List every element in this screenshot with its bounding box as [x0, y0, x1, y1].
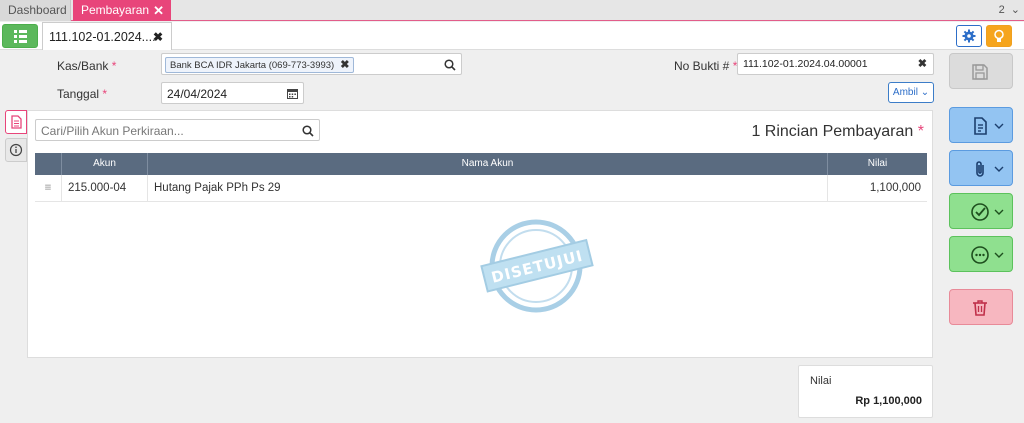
- kasbank-chip: Bank BCA IDR Jakarta (069-773-3993) ✖: [165, 57, 355, 73]
- table-row[interactable]: ≡ 215.000-04 Hutang Pajak PPh Ps 29 1,10…: [35, 175, 927, 202]
- chevron-down-icon: [994, 166, 1004, 172]
- tips-button[interactable]: [986, 25, 1012, 47]
- document-bar: 111.102-01.2024.... ✖: [0, 22, 1024, 50]
- tanggal-label: Tanggal *: [57, 87, 107, 101]
- document-tab[interactable]: 111.102-01.2024.... ✖: [42, 22, 172, 50]
- attachment-button[interactable]: [949, 150, 1013, 186]
- total-summary: Nilai Rp 1,100,000: [798, 365, 933, 418]
- tanggal-value: 24/04/2024: [167, 87, 228, 101]
- nobukti-value: 111.102-01.2024.04.00001: [743, 58, 868, 70]
- kasbank-chip-text: Bank BCA IDR Jakarta (069-773-3993): [170, 60, 335, 71]
- cell-akun: 215.000-04: [62, 175, 148, 202]
- document-tab-label: 111.102-01.2024....: [49, 30, 156, 44]
- kasbank-label-text: Kas/Bank: [57, 59, 109, 73]
- info-icon: [9, 143, 23, 157]
- cell-nama-akun: Hutang Pajak PPh Ps 29: [148, 175, 828, 202]
- panel-title: 1 Rincian Pembayaran *: [751, 123, 924, 141]
- list-view-button[interactable]: [2, 24, 38, 48]
- ambil-button[interactable]: Ambil ⌄: [888, 82, 934, 103]
- tab-overflow-menu[interactable]: 2 ⌄: [999, 0, 1020, 21]
- drag-handle-icon[interactable]: ≡: [35, 175, 62, 202]
- lightbulb-icon: [994, 29, 1004, 42]
- tab-dashboard[interactable]: Dashboard: [0, 0, 71, 21]
- ambil-label: Ambil: [892, 87, 918, 98]
- total-value: Rp 1,100,000: [855, 395, 922, 407]
- chip-remove-icon[interactable]: ✖: [340, 59, 349, 71]
- more-actions-button[interactable]: [949, 236, 1013, 272]
- document-icon: [11, 115, 22, 129]
- required-mark: *: [917, 123, 924, 140]
- table-header-handle: [35, 153, 62, 175]
- nobukti-label: No Bukti # *: [674, 59, 737, 73]
- required-mark: *: [102, 87, 108, 101]
- paperclip-icon: [976, 161, 984, 177]
- kasbank-label: Kas/Bank *: [57, 59, 116, 73]
- tab-pembayaran[interactable]: Pembayaran ✕: [73, 0, 171, 21]
- chevron-down-icon: ⌄: [917, 87, 930, 98]
- calendar-icon[interactable]: [287, 88, 298, 99]
- column-header-nama-akun[interactable]: Nama Akun: [148, 153, 828, 175]
- chevron-down-icon: [994, 252, 1004, 258]
- trash-icon: [973, 300, 987, 316]
- more-icon: [971, 246, 989, 264]
- delete-button[interactable]: [949, 289, 1013, 325]
- column-header-akun[interactable]: Akun: [62, 153, 148, 175]
- print-document-button[interactable]: [949, 107, 1013, 143]
- chevron-down-icon: [994, 123, 1004, 129]
- chevron-down-icon: ⌄: [1010, 4, 1020, 16]
- search-icon[interactable]: [444, 59, 456, 71]
- chevron-down-icon: [994, 209, 1004, 215]
- nobukti-input[interactable]: 111.102-01.2024.04.00001 ✖: [737, 53, 934, 75]
- total-label: Nilai: [810, 375, 832, 387]
- column-header-nilai[interactable]: Nilai: [828, 153, 927, 175]
- kasbank-select[interactable]: Bank BCA IDR Jakarta (069-773-3993) ✖: [161, 53, 462, 75]
- tab-overflow-count: 2: [998, 4, 1005, 16]
- tab-pembayaran-label: Pembayaran: [81, 3, 150, 17]
- required-mark: *: [111, 59, 117, 73]
- cell-nilai: 1,100,000: [869, 182, 921, 194]
- gear-icon: [962, 29, 976, 43]
- list-icon: [14, 30, 27, 43]
- search-icon[interactable]: [302, 125, 314, 137]
- tanggal-input[interactable]: 24/04/2024: [161, 82, 304, 104]
- akun-search-input[interactable]: Cari/Pilih Akun Perkiraan...: [35, 119, 320, 141]
- side-tab-details[interactable]: [5, 110, 27, 134]
- approved-stamp: DISETUJUI: [480, 219, 594, 313]
- tanggal-label-text: Tanggal: [57, 87, 100, 101]
- save-icon: [972, 64, 988, 80]
- approve-button[interactable]: [949, 193, 1013, 229]
- top-tab-bar: Dashboard Pembayaran ✕ 2 ⌄: [0, 0, 1024, 21]
- save-button[interactable]: [949, 53, 1013, 89]
- nobukti-label-text: No Bukti #: [674, 59, 730, 73]
- document-icon: [974, 117, 987, 135]
- table-header: Akun Nama Akun Nilai: [35, 153, 927, 175]
- akun-search-placeholder: Cari/Pilih Akun Perkiraan...: [41, 124, 184, 138]
- close-icon[interactable]: ✖: [153, 23, 163, 51]
- panel-title-text: 1 Rincian Pembayaran: [751, 123, 914, 140]
- check-circle-icon: [971, 203, 989, 221]
- close-tab-icon[interactable]: ✕: [153, 0, 164, 21]
- side-tab-info[interactable]: [5, 138, 27, 162]
- settings-button[interactable]: [956, 25, 982, 47]
- clear-icon[interactable]: ✖: [918, 57, 927, 70]
